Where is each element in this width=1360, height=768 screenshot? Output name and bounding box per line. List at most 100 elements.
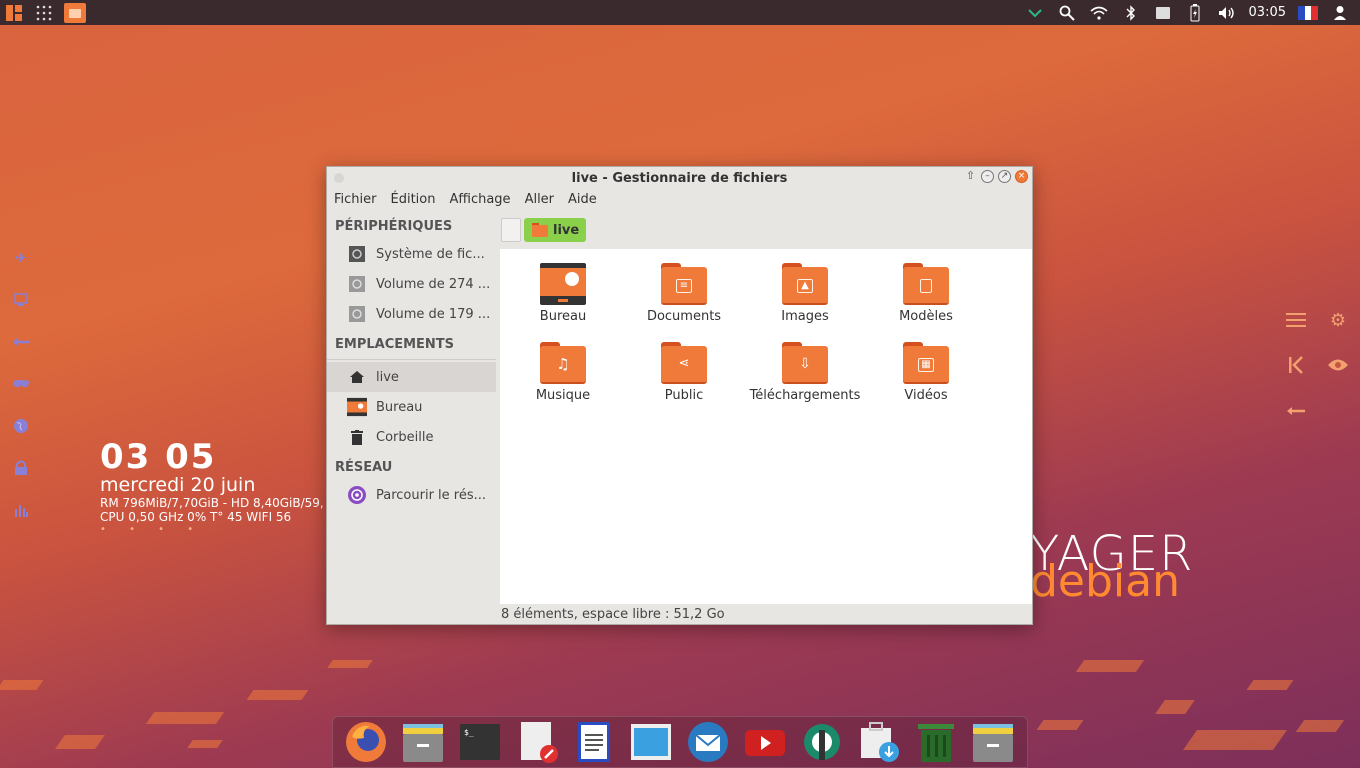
divider <box>327 359 496 360</box>
sidebar-item-label: Volume de 179 ... <box>376 306 491 322</box>
public-folder-icon: ⋖ <box>661 342 707 384</box>
globe-icon[interactable] <box>10 416 32 436</box>
file-item-videos[interactable]: ▦ Vidéos <box>866 342 986 403</box>
file-view[interactable]: Bureau ≡ Documents ▲ Images Modèles ♫ Mu… <box>500 249 1032 604</box>
chevron-down-icon[interactable] <box>1025 3 1045 23</box>
window-menu-icon[interactable] <box>334 173 344 183</box>
youtube-icon[interactable] <box>743 720 787 764</box>
images-folder-icon: ▲ <box>782 263 828 305</box>
menu-aller[interactable]: Aller <box>518 192 561 207</box>
shade-icon[interactable]: ⇧ <box>964 170 977 183</box>
file-item-public[interactable]: ⋖ Public <box>624 342 744 403</box>
airplane-icon[interactable]: ✈ <box>10 248 32 268</box>
menu-affichage[interactable]: Affichage <box>442 192 517 207</box>
file-item-label: Images <box>781 309 829 324</box>
wifi-icon[interactable] <box>1089 3 1109 23</box>
window-titlebar[interactable]: live - Gestionnaire de fichiers ⇧ – ↗ × <box>327 167 1032 189</box>
maximize-button[interactable]: ↗ <box>998 170 1011 183</box>
sidebar-item-bureau[interactable]: Bureau <box>327 392 496 422</box>
stats-bars-icon[interactable] <box>10 500 32 520</box>
user-icon[interactable] <box>1330 3 1350 23</box>
conky-ram: RM 796MiB/7,70GiB - HD 8,40GiB/59, <box>100 496 324 510</box>
sidebar-header-network: RÉSEAU <box>335 460 393 475</box>
desktop-icon <box>347 397 367 417</box>
lock-icon[interactable] <box>10 458 32 478</box>
conky-cpu: CPU 0,50 GHz 0% T° 45 WIFI 56 <box>100 510 292 524</box>
file-manager-active-dock-icon[interactable] <box>971 720 1015 764</box>
sidebar-header-devices: PÉRIPHÉRIQUES <box>335 219 453 234</box>
conky-clock: 03 05 <box>100 437 217 477</box>
firefox-icon[interactable] <box>344 720 388 764</box>
terminal-icon[interactable]: $_ <box>458 720 502 764</box>
skip-back-icon[interactable] <box>1284 356 1308 379</box>
sidebar-item-label: Corbeille <box>376 429 434 445</box>
path-label: live <box>553 222 580 238</box>
volume-icon[interactable] <box>1217 3 1237 23</box>
display-icon[interactable] <box>1153 3 1173 23</box>
path-back-button[interactable] <box>501 218 521 242</box>
apps-grid-icon[interactable] <box>34 3 54 23</box>
close-button[interactable]: × <box>1015 170 1028 183</box>
file-item-label: Public <box>664 388 704 403</box>
sidebar-item-filesystem[interactable]: Système de fic... <box>327 239 496 269</box>
file-item-label: Bureau <box>539 309 587 324</box>
clock[interactable]: 03:05 <box>1249 5 1286 20</box>
eye-icon[interactable] <box>1326 356 1350 377</box>
menubar: Fichier Édition Affichage Aller Aide <box>327 189 1032 209</box>
gear-icon[interactable]: ⚙ <box>1326 310 1350 331</box>
sidebar-item-live[interactable]: live <box>327 362 496 392</box>
back-arrow-icon[interactable] <box>1284 400 1308 421</box>
search-icon[interactable] <box>1057 3 1077 23</box>
mail-client-icon[interactable] <box>686 720 730 764</box>
trash-dock-icon[interactable] <box>914 720 958 764</box>
templates-folder-icon <box>903 263 949 305</box>
sidebar-item-volume-179[interactable]: Volume de 179 ... <box>327 299 496 329</box>
bluetooth-icon[interactable] <box>1121 3 1141 23</box>
file-manager-task-icon[interactable] <box>64 2 86 23</box>
file-item-musique[interactable]: ♫ Musique <box>503 342 623 403</box>
file-item-modeles[interactable]: Modèles <box>866 263 986 324</box>
language-flag-icon[interactable] <box>1298 3 1318 23</box>
left-launcher: ✈ <box>10 248 32 520</box>
status-bar: 8 éléments, espace libre : 51,2 Go <box>501 607 725 622</box>
menu-fichier[interactable]: Fichier <box>327 192 384 207</box>
minimize-button[interactable]: – <box>981 170 994 183</box>
drive-icon <box>347 305 367 323</box>
sidebar-item-volume-274[interactable]: Volume de 274 ... <box>327 269 496 299</box>
file-item-bureau[interactable]: Bureau <box>503 263 623 324</box>
conky-dots: • • • • <box>100 524 204 535</box>
conky-widget: 03 05 mercredi 20 juin RM 796MiB/7,70GiB… <box>100 440 324 535</box>
hamburger-menu-icon[interactable] <box>1284 312 1308 333</box>
path-live-button[interactable]: live <box>524 218 587 242</box>
text-editor-icon[interactable] <box>515 720 559 764</box>
battery-icon[interactable] <box>1185 3 1205 23</box>
pathbar: live <box>498 211 1032 249</box>
file-item-label: Modèles <box>899 309 953 324</box>
videos-folder-icon: ▦ <box>903 342 949 384</box>
home-icon <box>347 368 367 386</box>
menu-aide[interactable]: Aide <box>561 192 604 207</box>
monitor-icon[interactable] <box>10 290 32 310</box>
file-manager-dock-icon[interactable] <box>401 720 445 764</box>
file-item-label: Vidéos <box>904 388 948 403</box>
file-item-images[interactable]: ▲ Images <box>745 263 865 324</box>
sidebar: PÉRIPHÉRIQUES Système de fic... Volume d… <box>327 211 496 624</box>
mask-icon[interactable] <box>10 374 32 394</box>
software-installer-icon[interactable] <box>857 720 901 764</box>
screen-app-icon[interactable] <box>629 720 673 764</box>
file-item-telechargements[interactable]: ⇩ Téléchargements <box>745 342 865 403</box>
drive-icon <box>347 245 367 263</box>
file-item-documents[interactable]: ≡ Documents <box>624 263 744 324</box>
menu-edition[interactable]: Édition <box>384 192 443 207</box>
sidebar-item-corbeille[interactable]: Corbeille <box>327 422 496 452</box>
sidebar-item-label: Système de fic... <box>376 246 485 262</box>
window-title: live - Gestionnaire de fichiers <box>571 170 788 186</box>
settings-tool-icon[interactable] <box>800 720 844 764</box>
writer-icon[interactable] <box>572 720 616 764</box>
file-manager-window: live - Gestionnaire de fichiers ⇧ – ↗ × … <box>326 166 1033 625</box>
sidebar-item-network-browse[interactable]: Parcourir le rés... <box>327 480 496 510</box>
network-icon <box>347 486 367 504</box>
app-menu-icon[interactable] <box>4 3 24 23</box>
documents-folder-icon: ≡ <box>661 263 707 305</box>
arrow-left-icon[interactable] <box>10 332 32 352</box>
